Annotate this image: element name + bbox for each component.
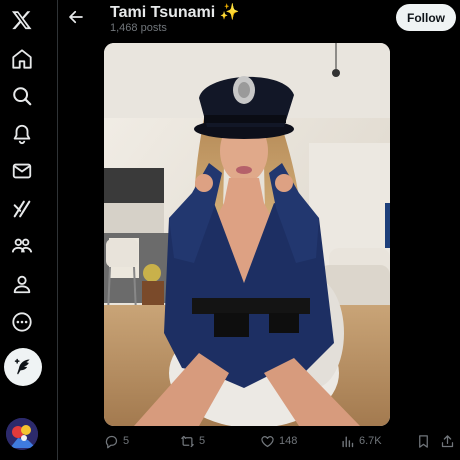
views-chart-icon <box>342 435 354 447</box>
home-icon[interactable] <box>4 41 40 77</box>
views-button[interactable]: 6.7K <box>340 430 382 452</box>
bookmark-button[interactable] <box>416 430 431 452</box>
bookmark-icon <box>419 434 428 448</box>
reply-icon <box>105 435 118 448</box>
repost-button[interactable]: 5 <box>180 430 205 452</box>
profile-icon[interactable] <box>4 266 40 302</box>
like-count: 148 <box>279 435 298 447</box>
like-button[interactable]: 148 <box>260 430 297 452</box>
more-icon[interactable] <box>4 304 40 340</box>
notifications-icon[interactable] <box>4 116 40 152</box>
views-count: 6.7K <box>359 435 382 447</box>
x-logo-icon[interactable] <box>4 2 40 38</box>
compose-feather-icon <box>14 358 30 375</box>
follow-button[interactable]: Follow <box>396 4 456 31</box>
nav-divider <box>57 0 58 460</box>
reply-button[interactable]: 5 <box>104 430 129 452</box>
repost-icon <box>181 435 194 447</box>
posts-count: 1,468 posts <box>110 22 167 34</box>
media-gutter <box>390 43 446 426</box>
repost-count: 5 <box>199 435 206 447</box>
back-button[interactable] <box>64 4 88 30</box>
share-button[interactable] <box>440 430 455 452</box>
post-image[interactable] <box>104 43 390 426</box>
heart-icon <box>261 435 274 447</box>
left-nav <box>0 0 46 460</box>
avatar[interactable] <box>6 418 38 450</box>
compose-button[interactable] <box>4 348 42 386</box>
profile-name: Tami Tsunami ✨ <box>110 4 240 21</box>
share-icon <box>441 434 454 447</box>
grok-icon[interactable] <box>4 191 40 227</box>
reply-count: 5 <box>123 435 130 447</box>
messages-icon[interactable] <box>4 153 40 189</box>
post-actions: 5 5 148 6.7K <box>100 430 460 452</box>
photo-illustration <box>104 43 390 426</box>
explore-icon[interactable] <box>4 78 40 114</box>
back-arrow-icon <box>69 10 83 24</box>
communities-icon[interactable] <box>4 228 40 264</box>
